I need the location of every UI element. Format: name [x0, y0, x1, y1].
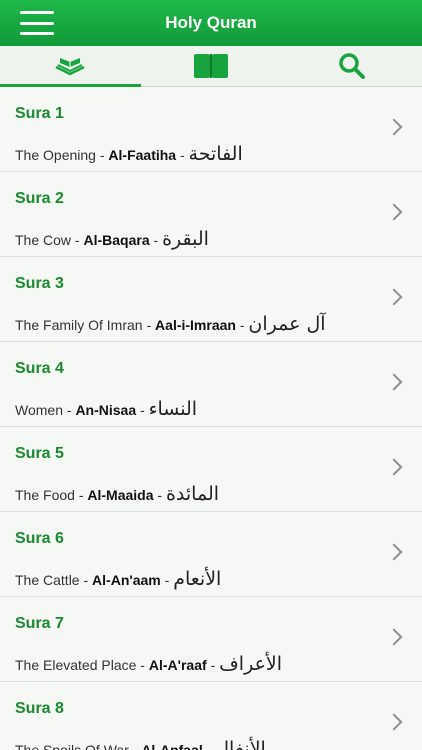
sura-english: The Cow	[15, 232, 72, 248]
chevron-right-icon	[385, 543, 403, 561]
chevron-right-icon	[385, 373, 403, 391]
sura-transliteration: Al-An'aam	[92, 572, 161, 588]
top-bar: Holy Quran	[0, 0, 422, 46]
sura-list: Sura 1 The Opening - Al-Faatiha - الفاتح…	[0, 87, 422, 750]
tab-book[interactable]	[141, 46, 282, 86]
chevron-right-icon	[385, 458, 403, 476]
tab-bar	[0, 46, 422, 87]
sura-english: The Food	[15, 487, 75, 503]
menu-icon[interactable]	[20, 11, 54, 35]
sura-name-line: The Spoils Of War - Al-Anfaal - الأنفال	[15, 738, 266, 750]
chevron-right-icon	[385, 203, 403, 221]
sura-row[interactable]: Sura 1 The Opening - Al-Faatiha - الفاتح…	[0, 87, 422, 172]
sura-english: The Opening	[15, 147, 96, 163]
sura-arabic: آل عمران	[248, 313, 326, 335]
sura-arabic: النساء	[148, 398, 198, 420]
sura-row[interactable]: Sura 2 The Cow - Al-Baqara - البقرة	[0, 172, 422, 257]
sura-transliteration: Al-Baqara	[83, 232, 150, 248]
sura-arabic: الفاتحة	[188, 143, 243, 165]
open-quran-icon	[55, 58, 85, 76]
app-title: Holy Quran	[165, 13, 257, 32]
sura-transliteration: An-Nisaa	[75, 402, 137, 418]
sura-arabic: الأنفال	[215, 738, 266, 750]
chevron-right-icon	[385, 118, 403, 136]
sura-arabic: البقرة	[162, 228, 209, 250]
search-icon	[338, 53, 365, 79]
sura-arabic: الأعراف	[219, 653, 283, 675]
sura-number: Sura 4	[15, 360, 64, 377]
sura-number: Sura 2	[15, 190, 64, 207]
sura-row[interactable]: Sura 8 The Spoils Of War - Al-Anfaal - ا…	[0, 682, 422, 750]
sura-transliteration: Al-A'raaf	[148, 657, 207, 673]
sura-transliteration: Al-Maaida	[87, 487, 154, 503]
sura-english: The Cattle	[15, 572, 80, 588]
sura-transliteration: Aal-i-Imraan	[155, 317, 236, 333]
sura-english: Women	[15, 402, 63, 418]
sura-name-line: Women - An-Nisaa - النساء	[15, 398, 198, 420]
sura-name-line: The Cow - Al-Baqara - البقرة	[15, 228, 209, 250]
sura-number: Sura 5	[15, 445, 64, 462]
sura-number: Sura 8	[15, 700, 64, 717]
sura-transliteration: Al-Faatiha	[108, 147, 177, 163]
sura-english: The Spoils Of War	[15, 742, 129, 750]
sura-row[interactable]: Sura 3 The Family Of Imran - Aal-i-Imraa…	[0, 257, 422, 342]
sura-number: Sura 6	[15, 530, 64, 547]
sura-name-line: The Opening - Al-Faatiha - الفاتحة	[15, 143, 243, 165]
book-icon	[194, 54, 228, 78]
sura-number: Sura 1	[15, 105, 64, 122]
sura-arabic: الأنعام	[173, 568, 222, 590]
app-root: Holy Quran Sura 1 The Opening - Al-Faati…	[0, 0, 422, 750]
sura-row[interactable]: Sura 5 The Food - Al-Maaida - المائدة	[0, 427, 422, 512]
sura-name-line: The Family Of Imran - Aal-i-Imraan - آل …	[15, 313, 326, 335]
sura-name-line: The Food - Al-Maaida - المائدة	[15, 483, 220, 505]
sura-english: The Family Of Imran	[15, 317, 143, 333]
sura-row[interactable]: Sura 7 The Elevated Place - Al-A'raaf - …	[0, 597, 422, 682]
chevron-right-icon	[385, 288, 403, 306]
sura-transliteration: Al-Anfaal	[141, 742, 203, 750]
sura-name-line: The Cattle - Al-An'aam - الأنعام	[15, 568, 222, 590]
tab-quran[interactable]	[0, 46, 141, 87]
sura-english: The Elevated Place	[15, 657, 137, 673]
sura-arabic: المائدة	[165, 483, 220, 505]
tab-search[interactable]	[281, 46, 422, 86]
sura-row[interactable]: Sura 4 Women - An-Nisaa - النساء	[0, 342, 422, 427]
sura-number: Sura 7	[15, 615, 64, 632]
chevron-right-icon	[385, 713, 403, 731]
sura-row[interactable]: Sura 6 The Cattle - Al-An'aam - الأنعام	[0, 512, 422, 597]
chevron-right-icon	[385, 628, 403, 646]
sura-number: Sura 3	[15, 275, 64, 292]
sura-name-line: The Elevated Place - Al-A'raaf - الأعراف	[15, 653, 283, 675]
